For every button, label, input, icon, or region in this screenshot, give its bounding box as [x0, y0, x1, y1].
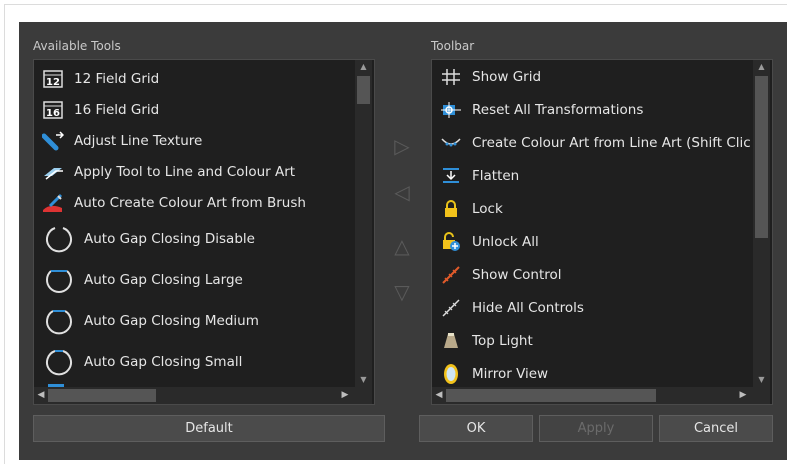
available-horizontal-scrollbar[interactable]: ◀ ▶: [34, 387, 372, 404]
item-label: Auto Create Colour Art from Brush: [74, 195, 306, 211]
item-label: Adjust Line Texture: [74, 133, 203, 149]
list-item-show-grid[interactable]: Show Grid: [440, 66, 541, 88]
add-to-toolbar-arrow-icon[interactable]: ▷: [387, 134, 417, 158]
item-label: Reset All Transformations: [472, 102, 644, 118]
item-label: Create Colour Art from Line Art (Shift C…: [472, 135, 751, 151]
item-label: Apply Tool to Line and Colour Art: [74, 164, 296, 180]
scroll-thumb[interactable]: [48, 389, 156, 402]
scroll-thumb[interactable]: [357, 76, 370, 104]
unlock-all-icon: [440, 231, 462, 253]
list-item-auto-create-colour-art[interactable]: Auto Create Colour Art from Brush: [42, 192, 306, 214]
list-item-flatten[interactable]: Flatten: [440, 165, 519, 187]
gap-closing-large-icon: [44, 265, 74, 295]
scroll-thumb[interactable]: [755, 76, 768, 238]
scroll-down-arrow-icon[interactable]: ▼: [753, 373, 770, 387]
list-item-12-field-grid[interactable]: 12 12 Field Grid: [42, 68, 159, 90]
item-label: Hide All Controls: [472, 300, 584, 316]
remove-from-toolbar-arrow-icon[interactable]: ◁: [387, 180, 417, 204]
scroll-right-arrow-icon[interactable]: ▶: [338, 387, 352, 404]
svg-text:12: 12: [46, 77, 60, 88]
list-item-hide-all-controls[interactable]: Hide All Controls: [440, 297, 584, 319]
item-label: Show Control: [472, 267, 562, 283]
available-vertical-scrollbar[interactable]: ▲ ▼: [355, 60, 372, 387]
scroll-left-arrow-icon[interactable]: ◀: [34, 387, 48, 404]
scroll-up-arrow-icon[interactable]: ▲: [753, 60, 770, 74]
apply-tool-icon: [42, 161, 64, 183]
gap-closing-small-icon: [44, 347, 74, 377]
item-label: Top Light: [472, 333, 533, 349]
list-item-create-colour-art[interactable]: Create Colour Art from Line Art (Shift C…: [440, 132, 751, 154]
field-grid-12-icon: 12: [42, 68, 64, 90]
cancel-button[interactable]: Cancel: [659, 415, 773, 442]
mirror-view-icon: [440, 363, 462, 385]
apply-button[interactable]: Apply: [539, 415, 653, 442]
top-light-icon: [440, 330, 462, 352]
item-label: Mirror View: [472, 366, 549, 382]
default-button[interactable]: Default: [33, 415, 385, 442]
item-label: Lock: [472, 201, 503, 217]
list-item-gap-closing-small[interactable]: Auto Gap Closing Small: [44, 346, 242, 378]
list-item-adjust-line-texture[interactable]: Adjust Line Texture: [42, 130, 202, 152]
item-label: Auto Gap Closing Large: [84, 272, 243, 288]
adjust-line-texture-icon: [42, 130, 64, 152]
ok-button[interactable]: OK: [419, 415, 533, 442]
item-label: Flatten: [472, 168, 520, 184]
lock-icon: [440, 198, 462, 220]
toolbar-heading: Toolbar: [431, 39, 475, 53]
svg-text:16: 16: [46, 108, 60, 119]
item-label: Unlock All: [472, 234, 539, 250]
gap-closing-medium-icon: [44, 306, 74, 336]
scroll-thumb[interactable]: [446, 389, 656, 402]
move-down-arrow-icon[interactable]: ▽: [387, 280, 417, 304]
field-grid-16-icon: 16: [42, 99, 64, 121]
toolbar-manager-dialog: Available Tools Toolbar 12 12 Field Grid…: [19, 22, 787, 460]
list-item-gap-closing-large[interactable]: Auto Gap Closing Large: [44, 264, 243, 296]
item-label: Auto Gap Closing Medium: [84, 313, 259, 329]
flatten-icon: [440, 165, 462, 187]
list-item-top-light[interactable]: Top Light: [440, 330, 533, 352]
list-item-reset-transformations[interactable]: Reset All Transformations: [440, 99, 643, 121]
list-item-unlock-all[interactable]: Unlock All: [440, 231, 539, 253]
list-item-16-field-grid[interactable]: 16 16 Field Grid: [42, 99, 159, 121]
item-label: Auto Gap Closing Disable: [84, 231, 255, 247]
item-label: Auto Gap Closing Small: [84, 354, 243, 370]
page-border: [4, 4, 787, 5]
create-colour-art-icon: [440, 132, 462, 154]
list-item-gap-closing-disable[interactable]: Auto Gap Closing Disable: [44, 223, 255, 255]
gap-closing-disable-icon: [44, 224, 74, 254]
available-tools-heading: Available Tools: [33, 39, 121, 53]
page-border-left: [4, 4, 8, 464]
hide-controls-icon: [440, 297, 462, 319]
list-item-show-control[interactable]: Show Control: [440, 264, 562, 286]
scroll-left-arrow-icon[interactable]: ◀: [432, 387, 446, 404]
reset-transform-icon: [440, 99, 462, 121]
list-item-lock[interactable]: Lock: [440, 198, 503, 220]
item-label: 12 Field Grid: [74, 71, 160, 87]
list-item-apply-tool[interactable]: Apply Tool to Line and Colour Art: [42, 161, 295, 183]
item-label: 16 Field Grid: [74, 102, 160, 118]
toolbar-list[interactable]: Show Grid Reset All Transformations Crea…: [431, 59, 773, 405]
grid-icon: [440, 66, 462, 88]
scroll-up-arrow-icon[interactable]: ▲: [355, 60, 372, 74]
show-control-icon: [440, 264, 462, 286]
scroll-down-arrow-icon[interactable]: ▼: [355, 373, 372, 387]
scroll-right-arrow-icon[interactable]: ▶: [736, 387, 750, 404]
toolbar-horizontal-scrollbar[interactable]: ◀ ▶: [432, 387, 770, 404]
auto-colour-brush-icon: [42, 192, 64, 214]
list-item-mirror-view[interactable]: Mirror View: [440, 363, 548, 385]
list-item-gap-closing-medium[interactable]: Auto Gap Closing Medium: [44, 305, 259, 337]
item-label: Show Grid: [472, 69, 542, 85]
toolbar-vertical-scrollbar[interactable]: ▲ ▼: [753, 60, 770, 387]
move-up-arrow-icon[interactable]: △: [387, 234, 417, 258]
available-tools-list[interactable]: 12 12 Field Grid 16 16 Field Grid Adjust…: [33, 59, 375, 405]
